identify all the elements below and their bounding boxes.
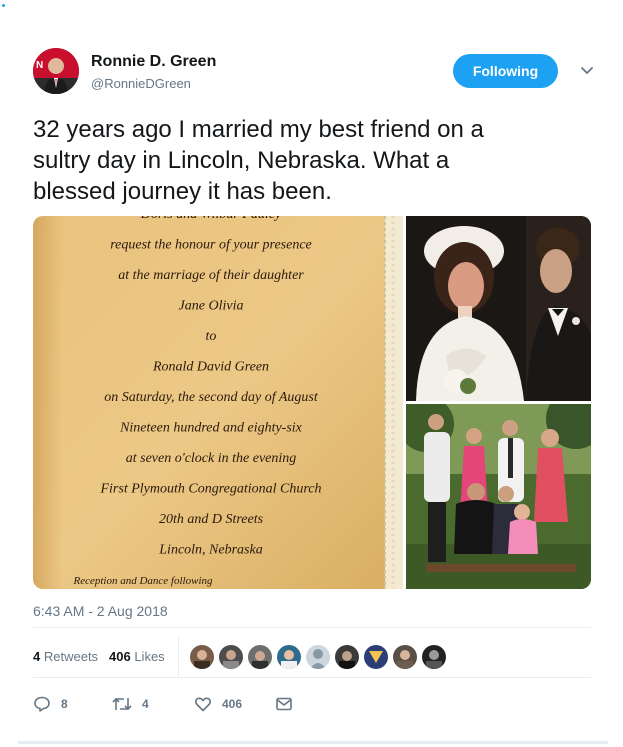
reply-count: 8 (61, 697, 68, 711)
invitation-line: Jane Olivia (179, 299, 244, 314)
invitation-line: First Plymouth Congregational Church (99, 482, 321, 497)
retweets-stat[interactable]: 4 Retweets (33, 649, 98, 664)
envelope-icon (276, 697, 292, 711)
svg-text:N: N (36, 60, 43, 71)
media-grid: Doris and Wilbur Pauley request the honou… (33, 216, 591, 589)
liker-avatar[interactable] (364, 645, 388, 669)
retweet-count: 4 (142, 697, 149, 711)
author-handle[interactable]: @RonnieDGreen (91, 76, 191, 91)
likes-stat-label: Likes (134, 649, 165, 664)
liker-avatar[interactable] (248, 645, 272, 669)
liker-avatar[interactable] (277, 645, 301, 669)
following-button[interactable]: Following (453, 54, 558, 88)
reply-icon (34, 696, 50, 712)
divider (33, 677, 591, 678)
like-count: 406 (222, 697, 243, 711)
family-photo[interactable] (406, 404, 591, 589)
chevron-down-icon[interactable] (578, 62, 596, 80)
tweet-header: N Ronnie D. Green @RonnieDGreen Followin… (33, 48, 608, 96)
retweets-stat-count: 4 (33, 649, 41, 664)
invitation-line: Nineteen hundred and eighty-six (119, 421, 303, 436)
invitation-line: to (206, 329, 217, 344)
reply-button[interactable]: 8 (33, 692, 68, 716)
liker-avatar[interactable] (335, 645, 359, 669)
liker-avatar[interactable] (219, 645, 243, 669)
invitation-line: Ronald David Green (152, 360, 269, 375)
avatar[interactable]: N (33, 48, 79, 94)
invitation-line: at the marriage of their daughter (118, 268, 304, 283)
liker-avatar[interactable] (190, 645, 214, 669)
invitation-line: at seven o'clock in the evening (126, 451, 297, 466)
invitation-line: Lincoln, Nebraska (158, 543, 262, 558)
invitation-line: Reception and Dance following (73, 575, 213, 587)
divider (33, 627, 591, 628)
corner-indicator (2, 4, 5, 7)
wedding-couple-photo[interactable] (406, 216, 591, 401)
bottom-border (18, 741, 608, 744)
retweet-button[interactable]: 4 (112, 692, 149, 716)
invitation-line: Doris and Wilbur Pauley (140, 216, 282, 222)
invitation-line: request the honour of your presence (110, 238, 312, 253)
tweet-actions: 8 4 406 (33, 692, 333, 716)
tweet-text: 32 years ago I married my best friend on… (33, 116, 484, 205)
direct-message-button[interactable] (275, 692, 293, 716)
invitation-line: 20th and D Streets (159, 512, 264, 527)
heart-icon (195, 697, 211, 712)
invitation-line: on Saturday, the second day of August (104, 390, 319, 405)
likes-stat-count: 406 (109, 649, 131, 664)
author-name[interactable]: Ronnie D. Green (91, 53, 216, 71)
liker-avatar[interactable] (393, 645, 417, 669)
retweets-stat-label: Retweets (43, 649, 99, 664)
invitation-photo[interactable]: Doris and Wilbur Pauley request the honou… (33, 216, 403, 589)
tweet-timestamp[interactable]: 6:43 AM - 2 Aug 2018 (33, 603, 168, 619)
tweet-stats: 4 Retweets 406 Likes (33, 637, 591, 677)
likes-stat[interactable]: 406 Likes (109, 649, 165, 664)
stats-separator (178, 637, 179, 677)
liker-avatar[interactable] (306, 645, 330, 669)
like-button[interactable]: 406 (194, 692, 242, 716)
liker-avatar[interactable] (422, 645, 446, 669)
retweet-icon (112, 697, 132, 711)
